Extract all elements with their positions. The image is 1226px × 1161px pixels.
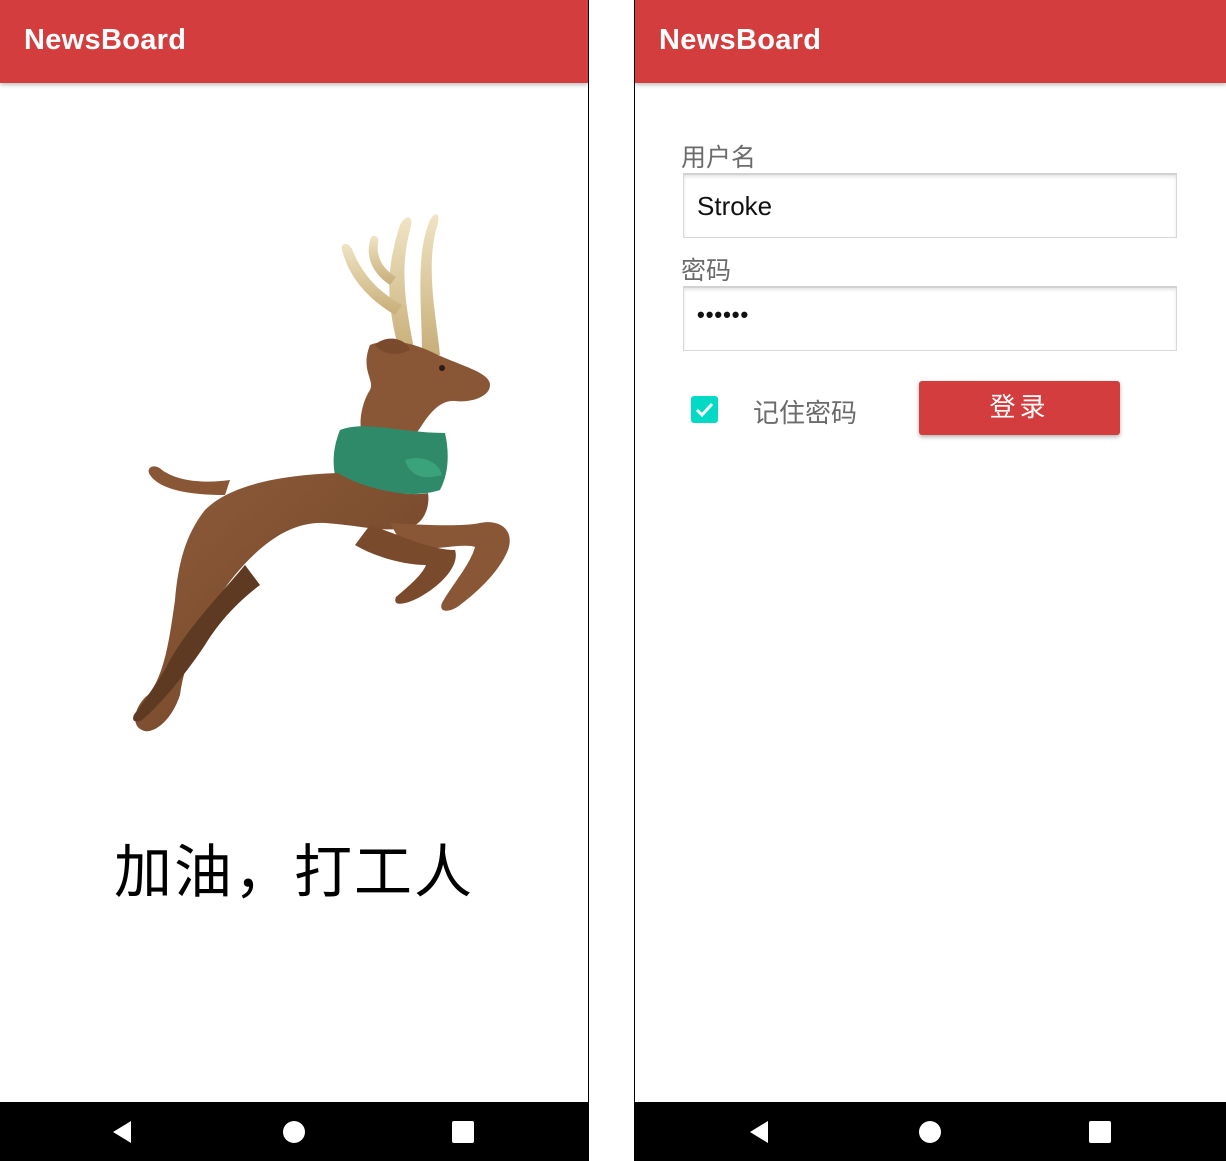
password-value: ••••••	[697, 302, 750, 327]
username-label: 用户名	[681, 143, 757, 172]
password-input[interactable]: ••••••	[683, 286, 1177, 351]
recents-icon[interactable]	[1087, 1119, 1113, 1145]
back-icon[interactable]	[746, 1119, 772, 1145]
login-button[interactable]: 登录	[919, 381, 1120, 435]
app-title: NewsBoard	[659, 24, 822, 56]
system-nav-bar	[635, 1102, 1226, 1161]
username-value: Stroke	[697, 191, 773, 221]
login-screen: NewsBoard 用户名 Stroke 密码 •••••• 记住密码 登录	[634, 0, 1226, 1161]
home-icon[interactable]	[281, 1119, 307, 1145]
home-icon[interactable]	[917, 1119, 943, 1145]
password-label: 密码	[681, 256, 732, 285]
username-input[interactable]: Stroke	[683, 173, 1177, 238]
app-bar: NewsBoard	[0, 0, 588, 83]
app-bar: NewsBoard	[635, 0, 1226, 83]
app-title: NewsBoard	[24, 24, 187, 56]
remember-password-label: 记住密码	[753, 399, 858, 429]
check-icon	[695, 402, 714, 418]
splash-screen: NewsBoard 加油，打工人	[0, 0, 589, 1161]
back-icon[interactable]	[109, 1119, 135, 1145]
system-nav-bar	[0, 1102, 588, 1161]
remember-password-checkbox[interactable]	[691, 396, 718, 423]
recents-icon[interactable]	[450, 1119, 476, 1145]
reindeer-illustration	[133, 214, 510, 732]
slogan-text: 加油，打工人	[113, 838, 474, 906]
